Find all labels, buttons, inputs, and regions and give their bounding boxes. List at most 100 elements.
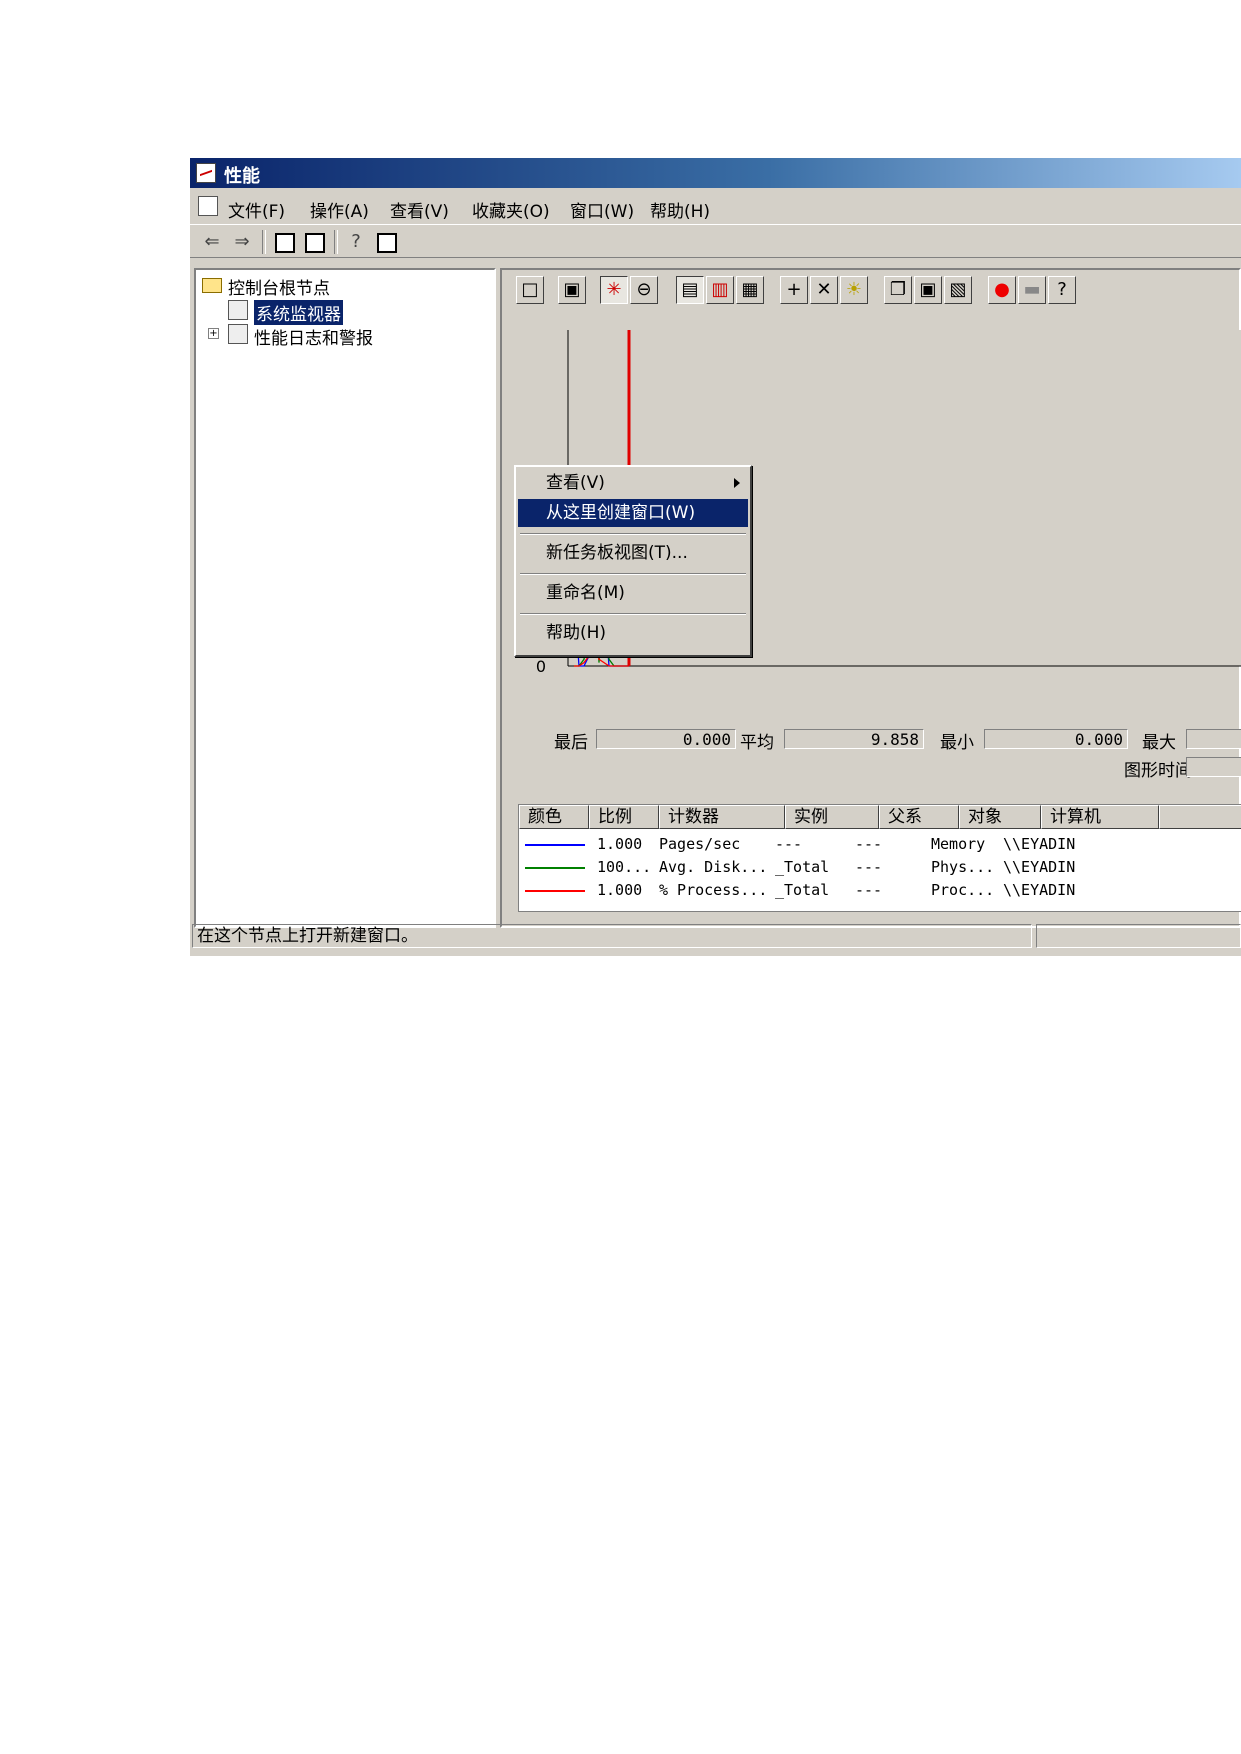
stat-max-value bbox=[1186, 729, 1241, 749]
show-tree-icon[interactable] bbox=[302, 230, 326, 254]
counter-cell-object[interactable]: Phys... bbox=[931, 858, 994, 876]
counter-cell-computer[interactable]: \\EYADIN bbox=[1003, 881, 1075, 899]
header-object[interactable]: 对象 bbox=[959, 805, 1041, 829]
ctx-new-taskpad-view[interactable]: 新任务板视图(T)... bbox=[518, 539, 748, 567]
header-computer[interactable]: 计算机 bbox=[1041, 805, 1159, 829]
y-tick-label: 0 bbox=[536, 657, 546, 676]
submenu-arrow-icon bbox=[734, 478, 740, 488]
counter-cell-counter[interactable]: % Process... bbox=[659, 881, 767, 899]
stat-avg-label: 平均 bbox=[740, 733, 774, 753]
ctx-help-label: 帮助(H) bbox=[546, 623, 607, 643]
counter-cell-computer[interactable]: \\EYADIN bbox=[1003, 858, 1075, 876]
view-current-activity-icon[interactable]: ✳ bbox=[600, 276, 628, 304]
clear-display-icon[interactable]: ▣ bbox=[558, 276, 586, 304]
title-bar[interactable]: 性能 bbox=[190, 158, 1241, 188]
menu-action[interactable]: 操作(A) bbox=[310, 197, 369, 222]
menu-favorites[interactable]: 收藏夹(O) bbox=[472, 197, 550, 222]
window-title: 性能 bbox=[224, 166, 260, 187]
status-text: 在这个节点上打开新建窗口。 bbox=[192, 924, 1032, 948]
counter-cell-scale[interactable]: 1.000 bbox=[597, 881, 642, 899]
help-icon[interactable]: ? bbox=[344, 230, 368, 254]
tree-item-performance-logs[interactable]: 性能日志和警报 bbox=[254, 324, 373, 349]
status-panel bbox=[1036, 924, 1241, 948]
menu-view[interactable]: 查看(V) bbox=[390, 197, 449, 222]
ctx-rename[interactable]: 重命名(M) bbox=[518, 579, 748, 607]
menu-file[interactable]: 文件(F) bbox=[228, 197, 285, 222]
counter-cell-parent[interactable]: --- bbox=[855, 835, 882, 853]
performance-logs-icon bbox=[228, 324, 248, 344]
update-data-icon[interactable]: ▬ bbox=[1018, 276, 1046, 304]
ctx-rename-label: 重命名(M) bbox=[546, 583, 625, 603]
header-blank bbox=[1159, 805, 1241, 829]
counter-cell-instance[interactable]: _Total bbox=[775, 881, 829, 899]
counter-cell-counter[interactable]: Avg. Disk... bbox=[659, 858, 767, 876]
performance-window: 性能 文件(F) 操作(A) 查看(V) 收藏夹(O) 窗口(W) 帮助(H) … bbox=[190, 158, 1241, 956]
properties-icon[interactable]: ▧ bbox=[944, 276, 972, 304]
stat-min-value: 0.000 bbox=[984, 729, 1128, 749]
header-instance[interactable]: 实例 bbox=[785, 805, 879, 829]
menu-bar: 文件(F) 操作(A) 查看(V) 收藏夹(O) 窗口(W) 帮助(H) bbox=[190, 191, 1241, 222]
header-counter[interactable]: 计数器 bbox=[659, 805, 785, 829]
counter-cell-object[interactable]: Proc... bbox=[931, 881, 994, 899]
console-icon[interactable] bbox=[374, 230, 398, 254]
up-folder-icon[interactable] bbox=[272, 230, 296, 254]
stat-last-value: 0.000 bbox=[596, 729, 736, 749]
toolbar-separator bbox=[334, 230, 338, 254]
counter-cell-instance[interactable]: _Total bbox=[775, 858, 829, 876]
ctx-help[interactable]: 帮助(H) bbox=[518, 619, 748, 647]
toolbar-separator bbox=[262, 230, 266, 254]
counter-cell-instance[interactable]: --- bbox=[775, 835, 802, 853]
freeze-display-icon[interactable]: ● bbox=[988, 276, 1016, 304]
counter-cell-parent[interactable]: --- bbox=[855, 881, 882, 899]
stat-last-label: 最后 bbox=[554, 733, 588, 753]
view-graph-icon[interactable]: ▤ bbox=[676, 276, 704, 304]
highlight-icon[interactable]: ☀ bbox=[840, 276, 868, 304]
menu-help[interactable]: 帮助(H) bbox=[650, 197, 710, 222]
status-bar: 在这个节点上打开新建窗口。 bbox=[190, 922, 1241, 950]
tree-item-system-monitor[interactable]: 系统监视器 bbox=[254, 300, 343, 325]
ctx-taskpad-label: 新任务板视图(T)... bbox=[546, 543, 688, 563]
view-log-data-icon[interactable]: ⊖ bbox=[630, 276, 658, 304]
main-toolbar: ⇐ ⇒ ? bbox=[190, 224, 1241, 258]
delete-icon[interactable]: ✕ bbox=[810, 276, 838, 304]
paste-counter-list-icon[interactable]: ▣ bbox=[914, 276, 942, 304]
performance-icon bbox=[196, 163, 216, 183]
counter-cell-scale[interactable]: 100... bbox=[597, 858, 651, 876]
ctx-new-window-label: 从这里创建窗口(W) bbox=[546, 503, 696, 523]
stat-duration-label: 图形时间 bbox=[1124, 761, 1192, 781]
folder-icon bbox=[202, 278, 222, 293]
header-parent[interactable]: 父系 bbox=[879, 805, 959, 829]
stat-min-label: 最小 bbox=[940, 733, 974, 753]
menu-separator bbox=[520, 573, 746, 575]
counter-cell-object[interactable]: Memory bbox=[931, 835, 985, 853]
forward-arrow-icon[interactable]: ⇒ bbox=[230, 230, 254, 254]
menu-separator bbox=[520, 533, 746, 535]
expand-icon[interactable]: + bbox=[208, 328, 219, 339]
new-counter-set-icon[interactable]: □ bbox=[516, 276, 544, 304]
counter-cell-computer[interactable]: \\EYADIN bbox=[1003, 835, 1075, 853]
system-monitor-icon bbox=[228, 300, 248, 320]
help-icon[interactable]: ? bbox=[1048, 276, 1076, 304]
console-menu-icon[interactable] bbox=[198, 196, 218, 216]
counter-cell-counter[interactable]: Pages/sec bbox=[659, 835, 740, 853]
counter-color-swatch bbox=[525, 890, 585, 892]
ctx-new-window-from-here[interactable]: 从这里创建窗口(W) bbox=[518, 499, 748, 527]
add-icon[interactable]: + bbox=[780, 276, 808, 304]
header-color[interactable]: 颜色 bbox=[519, 805, 589, 829]
console-tree: 控制台根节点 系统监视器 + 性能日志和警报 bbox=[194, 268, 496, 928]
copy-properties-icon[interactable]: ❐ bbox=[884, 276, 912, 304]
ctx-view[interactable]: 查看(V) bbox=[518, 469, 748, 497]
header-scale[interactable]: 比例 bbox=[589, 805, 659, 829]
counter-cell-parent[interactable]: --- bbox=[855, 858, 882, 876]
counter-cell-scale[interactable]: 1.000 bbox=[597, 835, 642, 853]
counter-list: 颜色 比例 计数器 实例 父系 对象 计算机 1.000 Pages/sec ---… bbox=[518, 804, 1241, 912]
tree-root[interactable]: 控制台根节点 bbox=[228, 274, 330, 299]
stat-avg-value: 9.858 bbox=[784, 729, 924, 749]
stat-max-label: 最大 bbox=[1142, 733, 1176, 753]
back-arrow-icon[interactable]: ⇐ bbox=[200, 230, 224, 254]
counter-color-swatch bbox=[525, 867, 585, 869]
menu-window[interactable]: 窗口(W) bbox=[570, 197, 634, 222]
menu-separator bbox=[520, 613, 746, 615]
view-report-icon[interactable]: ▦ bbox=[736, 276, 764, 304]
view-histogram-icon[interactable]: ▥ bbox=[706, 276, 734, 304]
